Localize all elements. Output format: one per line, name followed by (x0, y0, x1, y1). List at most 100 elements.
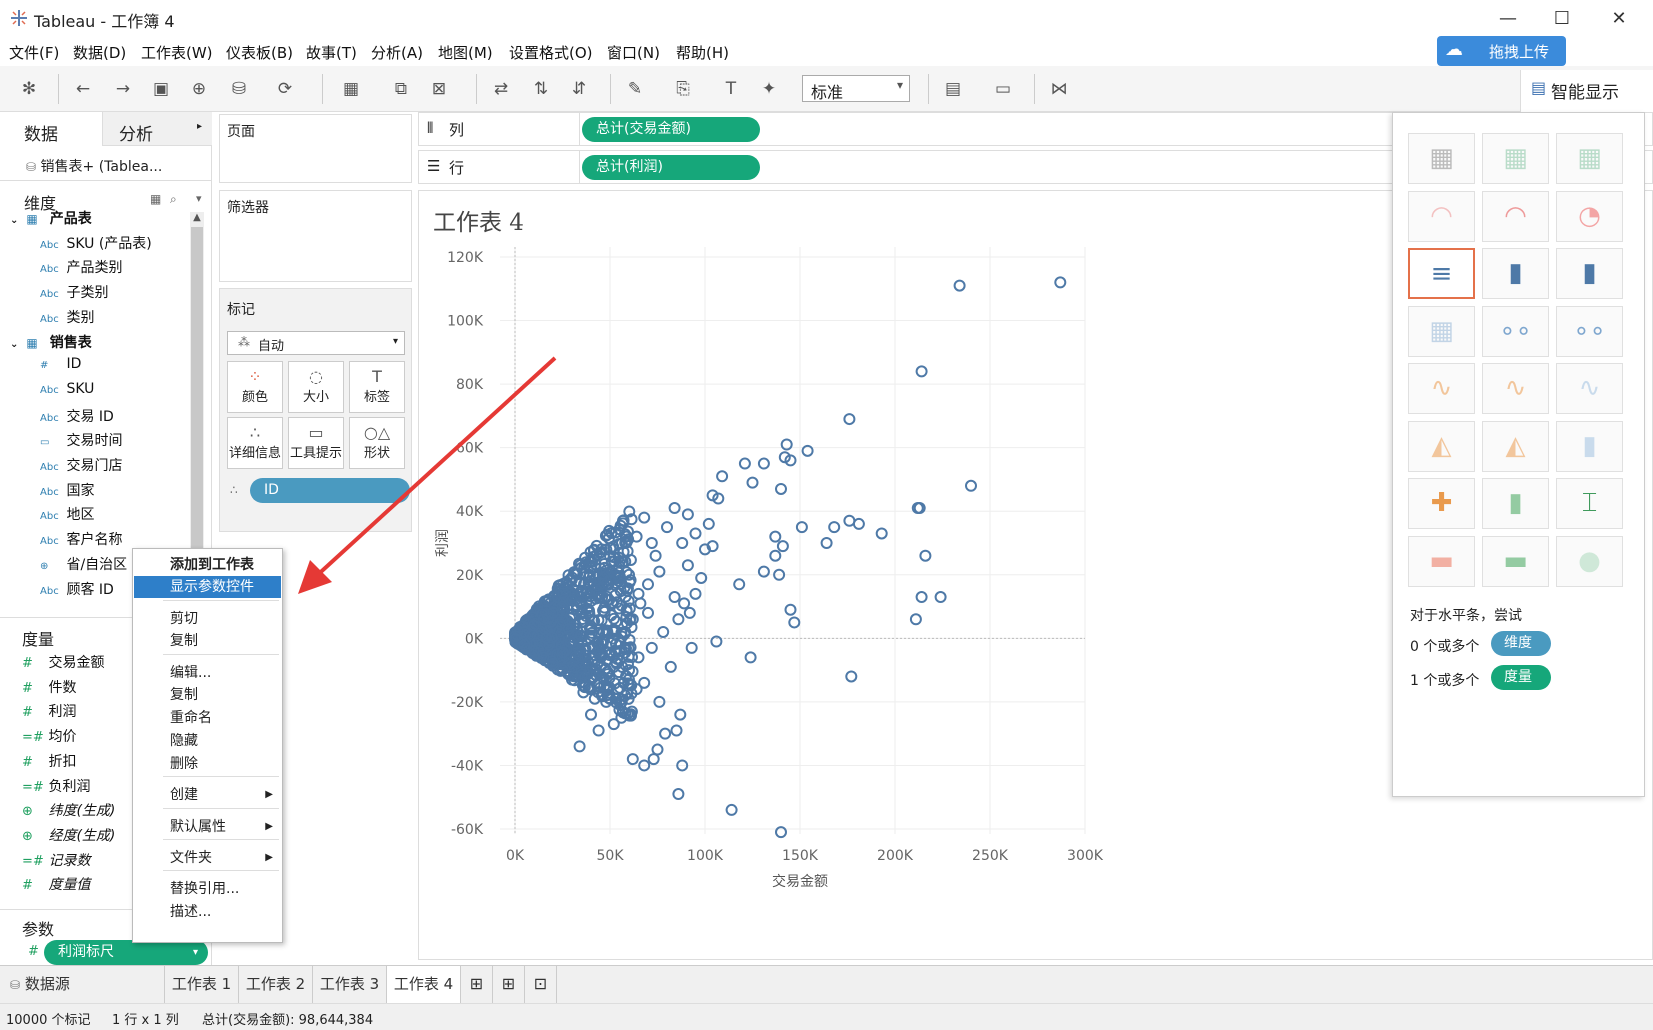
swap-icon[interactable]: ⇄ (490, 78, 512, 100)
chart-type-option[interactable]: ◔ (1556, 190, 1623, 242)
dimension-field[interactable]: ▭ 交易时间 (40, 430, 122, 456)
refresh-icon[interactable]: ⟳ (274, 78, 296, 100)
clear-sheet-icon[interactable]: ⊠ (428, 78, 450, 100)
maximize-icon[interactable]: ☐ (1548, 6, 1576, 32)
dimension-field[interactable]: Abc 产品类别 (40, 257, 122, 283)
chart-type-option[interactable]: ◭ (1408, 420, 1475, 472)
param-field[interactable]: # 利润标尺 ▾ (28, 940, 208, 965)
chart-type-option[interactable]: ∘∘ (1482, 305, 1549, 357)
context-menu-item[interactable]: 隐藏 (134, 730, 281, 752)
dimension-field[interactable]: Abc 子类别 (40, 282, 108, 308)
tableau-home-icon[interactable]: ✻ (18, 78, 40, 100)
chevron-down-icon[interactable]: ▾ (196, 192, 202, 205)
chart-type-option[interactable]: ▦ (1482, 133, 1549, 184)
context-menu-item[interactable]: 删除 (134, 753, 281, 775)
context-menu-item[interactable]: 添加到工作表 (134, 554, 281, 576)
new-sheet-icon[interactable]: ⊞ (461, 966, 493, 1003)
chart-type-option[interactable]: ≡ (1408, 248, 1475, 299)
save-icon[interactable]: ▣ (150, 78, 172, 100)
chart-type-option[interactable]: ◠ (1408, 190, 1475, 242)
chart-type-option[interactable]: ▮ (1482, 478, 1549, 529)
tab-sheet-2[interactable]: 工作表 2 (239, 966, 313, 1003)
new-worksheet-icon[interactable]: ▦ (340, 78, 362, 100)
highlight-icon[interactable]: ✎ (624, 78, 646, 100)
param-pill[interactable]: 利润标尺 ▾ (44, 940, 208, 965)
new-dashboard-icon[interactable]: ⊞ (493, 966, 525, 1003)
chart-type-option[interactable]: ▬ (1482, 535, 1549, 587)
redo-icon[interactable]: → (112, 78, 134, 100)
table-header[interactable]: ⌄ ▦ 产品表 (10, 208, 92, 234)
context-menu-item[interactable]: 编辑... (134, 662, 281, 684)
group-icon[interactable]: ⎘ (672, 78, 694, 100)
context-menu-item[interactable]: 创建 ▶ (134, 784, 281, 806)
chart-type-option[interactable]: ▮ (1482, 248, 1549, 299)
chart-type-option[interactable]: ✚ (1408, 478, 1475, 529)
chart-type-option[interactable]: ● (1556, 535, 1623, 587)
context-menu-item[interactable]: 文件夹 ▶ (134, 847, 281, 869)
measure-field[interactable]: ⊕ 经度(生成) (22, 825, 115, 851)
dimension-field[interactable]: Abc SKU (产品表) (40, 233, 152, 259)
tab-sheet-4[interactable]: 工作表 4 (387, 966, 461, 1003)
chart-type-option[interactable]: ▦ (1556, 133, 1623, 184)
measure-field[interactable]: =# 记录数 (22, 850, 90, 876)
context-menu-item[interactable]: 显示参数控件 (134, 576, 281, 598)
show-cards-icon[interactable]: ▤ (942, 78, 964, 100)
sort-asc-icon[interactable]: ⇅ (530, 78, 552, 100)
pages-card[interactable]: 页面 (219, 114, 412, 183)
chart-type-option[interactable]: ∿ (1556, 363, 1623, 414)
dimension-field[interactable]: Abc 交易 ID (40, 406, 114, 432)
chart-type-option[interactable]: ▦ (1408, 305, 1475, 357)
menu-help[interactable]: 帮助(H) (676, 42, 729, 63)
dimension-field[interactable]: ⊕ 省/自治区 (40, 554, 127, 580)
color-button[interactable]: ⁘ 颜色 (227, 361, 283, 413)
filters-card[interactable]: 筛选器 (219, 190, 412, 282)
chart-type-option[interactable]: ⌶ (1556, 478, 1623, 529)
share-icon[interactable]: ⋈ (1048, 78, 1070, 100)
new-datasource-icon[interactable]: ⊕ (188, 78, 210, 100)
tab-analysis[interactable]: 分析 ▸ (102, 112, 212, 146)
duplicate-icon[interactable]: ⧉ (390, 78, 412, 100)
list-view-icon[interactable]: ▦ (150, 192, 161, 206)
measure-field[interactable]: ⊕ 纬度(生成) (22, 800, 115, 826)
context-menu-item[interactable]: 复制 (134, 630, 281, 652)
rows-pill[interactable]: 总计(利润) (582, 155, 760, 180)
tab-datasource[interactable]: ⛁ 数据源 (0, 966, 165, 1003)
context-menu-item[interactable]: 描述... (134, 901, 281, 923)
chart-type-option[interactable]: ◠ (1482, 190, 1549, 242)
presentation-icon[interactable]: ▭ (992, 78, 1014, 100)
measure-field[interactable]: # 折扣 (22, 751, 76, 777)
columns-pill[interactable]: 总计(交易金额) (582, 117, 760, 142)
menu-analysis[interactable]: 分析(A) (371, 42, 423, 63)
menu-story[interactable]: 故事(T) (306, 42, 357, 63)
dimension-field[interactable]: Abc 顾客 ID (40, 579, 114, 605)
menu-dashboard[interactable]: 仪表板(B) (226, 42, 293, 63)
show-me-button[interactable]: ▤ 智能显示 (1520, 70, 1653, 112)
context-menu-item[interactable]: 重命名 (134, 707, 281, 729)
menu-file[interactable]: 文件(F) (9, 42, 59, 63)
menu-data[interactable]: 数据(D) (73, 42, 126, 63)
menu-worksheet[interactable]: 工作表(W) (141, 42, 213, 63)
measure-field[interactable]: # 交易金额 (22, 652, 104, 678)
chart-type-option[interactable]: ∿ (1408, 363, 1475, 414)
measure-field[interactable]: =# 均价 (22, 726, 76, 752)
pin-icon[interactable]: ✦ (758, 78, 780, 100)
menu-window[interactable]: 窗口(N) (607, 42, 660, 63)
menu-format[interactable]: 设置格式(O) (509, 42, 593, 63)
tab-data[interactable]: 数据 (0, 112, 102, 146)
close-icon[interactable]: ✕ (1605, 6, 1633, 32)
datasource-item[interactable]: ⛁ 销售表+ (Tablea... (26, 156, 162, 176)
dimension-field[interactable]: Abc 交易门店 (40, 455, 122, 481)
measure-field[interactable]: # 件数 (22, 677, 76, 703)
context-menu-item[interactable]: 替换引用... (134, 878, 281, 900)
detail-button[interactable]: ∴ 详细信息 (227, 417, 283, 469)
tab-sheet-1[interactable]: 工作表 1 (165, 966, 239, 1003)
context-menu-item[interactable]: 默认属性 ▶ (134, 816, 281, 838)
upload-button[interactable]: ☁ 拖拽上传 (1437, 36, 1566, 66)
fit-select[interactable]: 标准 ▾ (802, 75, 910, 102)
table-header[interactable]: ⌄ ▦ 销售表 (10, 332, 92, 358)
measure-field[interactable]: =# 负利润 (22, 776, 90, 802)
chart-type-option[interactable]: ▬ (1408, 535, 1475, 587)
dimension-field[interactable]: Abc 国家 (40, 480, 94, 506)
minimize-icon[interactable]: — (1494, 6, 1522, 32)
measure-field[interactable]: # 利润 (22, 701, 76, 727)
